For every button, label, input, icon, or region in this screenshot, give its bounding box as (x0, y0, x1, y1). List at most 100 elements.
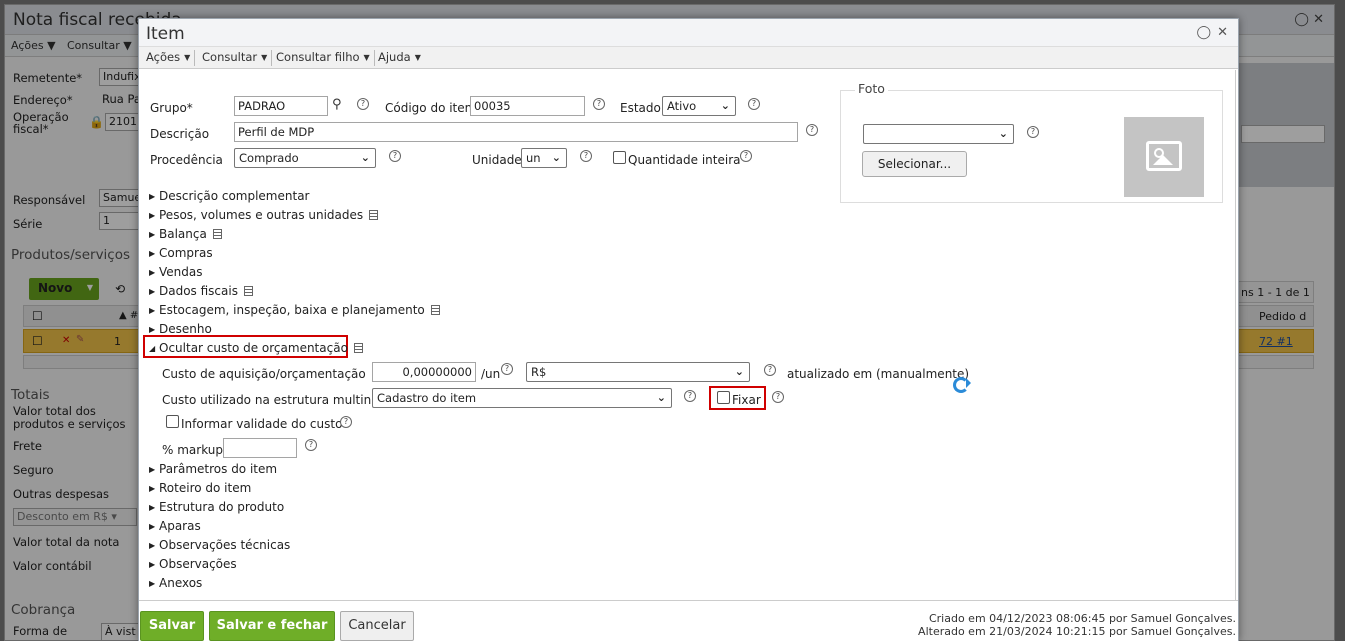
grupo-input[interactable]: PADRAO (234, 96, 328, 116)
chevron-down-icon: ▼ (261, 53, 268, 62)
descricao-label: Descrição (150, 127, 210, 141)
chevron-down-icon: ⌄ (998, 127, 1008, 140)
expand-triangle-icon: ▶ (149, 249, 156, 258)
dialog-footer: Salvar Salvar e fechar Cancelar Criado e… (139, 600, 1238, 641)
help-icon[interactable]: ? (764, 364, 776, 376)
note-icon (353, 343, 363, 353)
section-anexos[interactable]: ▶ Anexos (149, 576, 202, 590)
moeda-select[interactable]: R$ ⌄ (526, 362, 750, 382)
help-icon[interactable]: ? (748, 98, 760, 110)
salvar-button[interactable]: Salvar (140, 611, 204, 641)
help-icon[interactable]: ? (389, 150, 401, 162)
chevron-down-icon: ▼ (414, 53, 421, 62)
expand-triangle-icon: ▶ (149, 192, 156, 201)
dialog-titlebar[interactable]: Item ◯ ✕ (139, 19, 1238, 47)
quantidade-inteira-checkbox[interactable] (613, 151, 626, 164)
unidade-label: Unidade (472, 153, 522, 167)
expand-triangle-icon: ▶ (149, 268, 156, 277)
fixar-checkbox[interactable] (717, 391, 730, 404)
help-icon[interactable]: ? (740, 150, 752, 162)
audit-info: Criado em 04/12/2023 08:06:45 por Samuel… (918, 612, 1236, 638)
section-estocagem[interactable]: ▶ Estocagem, inspeção, baixa e planejamen… (149, 303, 440, 317)
informar-validade-checkbox[interactable] (166, 415, 179, 428)
help-icon[interactable]: ? (593, 98, 605, 110)
menu-ajuda[interactable]: Ajuda ▼ (378, 50, 425, 66)
menu-consultar-filho[interactable]: Consultar filho ▼ (276, 50, 375, 66)
help-icon[interactable]: ? (340, 416, 352, 428)
section-descricao-complementar[interactable]: ▶ Descrição complementar (149, 189, 309, 203)
section-desenho[interactable]: ▶ Desenho (149, 322, 212, 336)
custo-multinivel-select[interactable]: Cadastro do item ⌄ (372, 388, 672, 408)
custo-unit: /un (481, 367, 501, 381)
expand-triangle-icon: ▶ (149, 503, 156, 512)
chevron-down-icon: ⌄ (734, 365, 744, 378)
custo-label: Custo de aquisição/orçamentação (162, 367, 366, 381)
expand-triangle-icon: ▶ (149, 230, 156, 239)
section-custo-orcamentacao[interactable]: ◢ Ocultar custo de orçamentação (149, 341, 363, 355)
menu-acoes[interactable]: Ações ▼ (146, 50, 196, 66)
note-icon (430, 305, 440, 315)
help-icon[interactable]: ? (580, 150, 592, 162)
section-dados-fiscais[interactable]: ▶ Dados fiscais (149, 284, 253, 298)
chevron-down-icon: ▼ (363, 53, 370, 62)
chevron-down-icon: ⌄ (656, 391, 666, 404)
help-icon[interactable]: ? (772, 391, 784, 403)
informar-validade-label: Informar validade do custo (181, 417, 343, 431)
help-icon[interactable]: ? (501, 363, 513, 375)
fixar-label: Fixar (732, 393, 761, 407)
cancelar-button[interactable]: Cancelar (340, 611, 414, 641)
descricao-input[interactable]: Perfil de MDP (234, 122, 798, 142)
note-icon (212, 229, 222, 239)
section-observacoes-tecnicas[interactable]: ▶ Observações técnicas (149, 538, 290, 552)
markup-input[interactable] (223, 438, 297, 458)
dialog-title: Item (146, 24, 185, 44)
chevron-down-icon: ⌄ (720, 99, 730, 112)
help-icon[interactable]: ? (1027, 126, 1039, 138)
dialog-menubar: Ações ▼ Consultar ▼ Consultar filho ▼ Ajuda… (139, 47, 1238, 69)
section-parametros[interactable]: ▶ Parâmetros do item (149, 462, 277, 476)
chevron-down-icon: ⌄ (551, 151, 561, 164)
codigo-label: Código do item (385, 101, 477, 115)
expand-triangle-icon: ▶ (149, 484, 156, 493)
expand-triangle-icon: ▶ (149, 325, 156, 334)
section-compras[interactable]: ▶ Compras (149, 246, 213, 260)
markup-label: % markup (162, 443, 223, 457)
expand-triangle-icon: ▶ (149, 465, 156, 474)
expand-triangle-icon: ▶ (149, 306, 156, 315)
foto-select[interactable]: ⌄ (863, 124, 1014, 144)
dialog-content: Grupo* PADRAO ⚲ ? Código do item 00035 ?… (139, 70, 1236, 600)
custo-multinivel-label: Custo utilizado na estrutura multinível (162, 393, 393, 407)
estado-select[interactable]: Ativo ⌄ (662, 96, 736, 116)
dialog-window-controls: ◯ ✕ (1191, 25, 1228, 40)
comment-icon[interactable]: ◯ (1197, 25, 1212, 40)
note-icon (243, 286, 253, 296)
expand-triangle-icon: ▶ (149, 541, 156, 550)
procedencia-select[interactable]: Comprado ⌄ (234, 148, 376, 168)
section-aparas[interactable]: ▶ Aparas (149, 519, 201, 533)
expand-triangle-icon: ▶ (149, 560, 156, 569)
selecionar-button[interactable]: Selecionar... (862, 151, 967, 177)
help-icon[interactable]: ? (305, 439, 317, 451)
menu-consultar[interactable]: Consultar ▼ (202, 50, 273, 66)
help-icon[interactable]: ? (806, 124, 818, 136)
section-balanca[interactable]: ▶ Balança (149, 227, 222, 241)
unidade-select[interactable]: un ⌄ (521, 148, 567, 168)
codigo-input[interactable]: 00035 (470, 96, 585, 116)
section-vendas[interactable]: ▶ Vendas (149, 265, 203, 279)
alterado-text: Alterado em 21/03/2024 10:21:15 por Samu… (918, 625, 1236, 638)
search-icon[interactable]: ⚲ (332, 97, 342, 112)
note-icon (369, 210, 379, 220)
quantidade-inteira-label: Quantidade inteira (628, 153, 741, 167)
refresh-icon[interactable] (953, 377, 971, 393)
salvar-fechar-button[interactable]: Salvar e fechar (209, 611, 335, 641)
chevron-down-icon: ⌄ (360, 151, 370, 164)
help-icon[interactable]: ? (684, 390, 696, 402)
section-pesos-volumes[interactable]: ▶ Pesos, volumes e outras unidades (149, 208, 379, 222)
section-roteiro[interactable]: ▶ Roteiro do item (149, 481, 251, 495)
custo-input[interactable]: 0,00000000 (372, 362, 476, 382)
section-estrutura[interactable]: ▶ Estrutura do produto (149, 500, 284, 514)
close-icon[interactable]: ✕ (1217, 25, 1228, 40)
section-observacoes[interactable]: ▶ Observações (149, 557, 237, 571)
help-icon[interactable]: ? (357, 98, 369, 110)
estado-label: Estado (620, 101, 661, 115)
